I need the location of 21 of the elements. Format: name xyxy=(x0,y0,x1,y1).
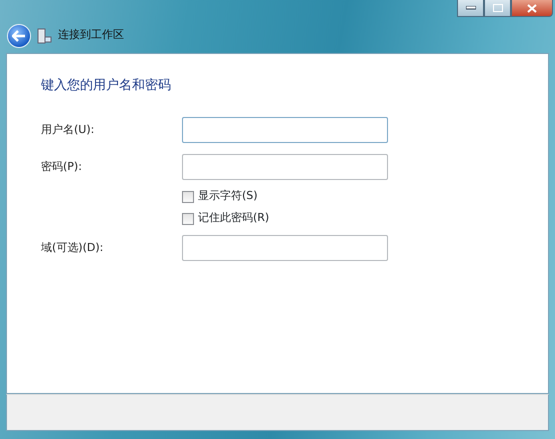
network-computer-icon xyxy=(36,28,52,44)
close-icon xyxy=(527,4,537,12)
checkbox-label: 显示字符(S) xyxy=(198,188,258,204)
minimize-icon xyxy=(466,6,476,10)
back-button[interactable] xyxy=(8,24,30,46)
maximize-icon xyxy=(492,4,502,12)
minimize-button[interactable] xyxy=(457,0,484,17)
back-arrow-icon xyxy=(12,30,26,42)
page-heading: 键入您的用户名和密码 xyxy=(41,77,172,95)
input-field[interactable] xyxy=(182,154,388,180)
input-field[interactable] xyxy=(182,117,388,143)
close-button[interactable] xyxy=(511,0,553,17)
maximize-button[interactable] xyxy=(484,0,511,17)
checkbox[interactable] xyxy=(182,190,194,202)
field-label: 用户名(U): xyxy=(41,122,96,138)
window-title: 连接到工作区 xyxy=(58,27,124,44)
field-label: 域(可选)(D): xyxy=(41,240,104,256)
input-field[interactable] xyxy=(182,235,388,261)
checkbox[interactable] xyxy=(182,212,194,224)
checkbox-label: 记住此密码(R) xyxy=(198,210,270,226)
field-label: 密码(P): xyxy=(41,158,83,175)
